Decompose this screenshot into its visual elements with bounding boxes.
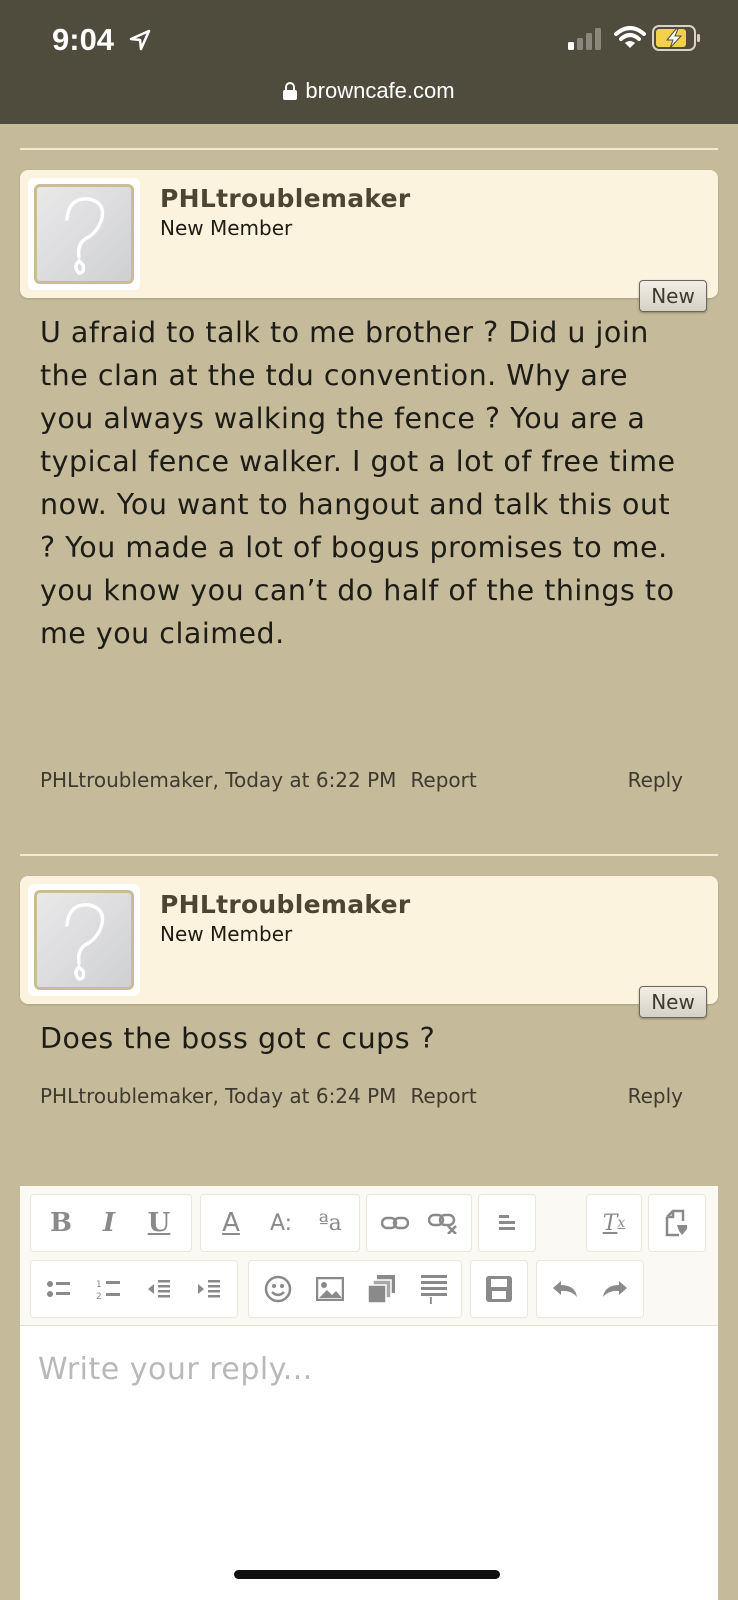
url-text: browncafe.com [305, 78, 455, 103]
italic-icon[interactable]: I [87, 1195, 131, 1251]
toolbar-group-lists: 12 [30, 1260, 238, 1318]
indent-icon[interactable] [185, 1261, 233, 1317]
cellular-signal-icon [568, 28, 601, 50]
toolbar-group-draft [470, 1260, 528, 1318]
bold-icon[interactable]: B [39, 1195, 83, 1251]
font-family-icon[interactable]: ªa [305, 1195, 355, 1251]
browser-status-bar: 9:04 browncafe.com [0, 0, 738, 124]
toolbar-group-format: Tx [586, 1194, 642, 1252]
clock-time: 9:04 [52, 22, 115, 57]
toggle-bbcode-icon[interactable] [653, 1195, 701, 1251]
underline-icon[interactable]: U [137, 1195, 181, 1251]
font-color-icon[interactable]: A [207, 1195, 255, 1251]
toolbar-group-font: A A: ªa [200, 1194, 360, 1252]
battery-charging-icon [652, 25, 700, 51]
member-title: New Member [160, 216, 293, 240]
insert-icon[interactable]: I [409, 1261, 459, 1317]
outdent-icon[interactable] [135, 1261, 183, 1317]
reply-link[interactable]: Reply [628, 768, 683, 792]
toolbar-group-bbcode [648, 1194, 706, 1252]
toolbar-group-insert: I [248, 1260, 462, 1318]
editor-toolbar: B I U A A: ªa Tx 1 2 I [20, 1186, 718, 1326]
report-link[interactable]: Report [410, 1084, 476, 1108]
bullet-list-icon[interactable] [35, 1261, 83, 1317]
post-header: PHLtroublemaker New Member [20, 876, 718, 1004]
numbered-list-icon[interactable]: 12 [85, 1261, 133, 1317]
save-draft-icon[interactable] [475, 1261, 523, 1317]
post-username[interactable]: PHLtroublemaker [160, 890, 411, 919]
default-avatar-icon [34, 890, 134, 990]
redo-icon[interactable] [591, 1261, 639, 1317]
toolbar-group-history [536, 1260, 644, 1318]
post-message: Does the boss got c cups ? [40, 1022, 436, 1055]
post-meta: PHLtroublemaker, Today at 6:22 PM Report [40, 768, 477, 792]
avatar[interactable] [28, 884, 140, 996]
undo-icon[interactable] [541, 1261, 589, 1317]
unlink-icon[interactable] [419, 1195, 467, 1251]
reply-placeholder: Write your reply... [38, 1352, 313, 1387]
post-message: U afraid to talk to me brother ? Did u j… [40, 316, 676, 650]
post-username[interactable]: PHLtroublemaker [160, 184, 411, 213]
wifi-icon [614, 26, 646, 48]
avatar[interactable] [28, 178, 140, 290]
post-header: PHLtroublemaker New Member [20, 170, 718, 298]
member-title: New Member [160, 922, 293, 946]
align-icon[interactable] [483, 1195, 531, 1251]
report-link[interactable]: Report [410, 768, 476, 792]
post-author-date[interactable]: PHLtroublemaker, Today at 6:22 PM [40, 768, 396, 792]
image-icon[interactable] [305, 1261, 355, 1317]
svg-text:I: I [429, 1296, 433, 1304]
media-icon[interactable] [357, 1261, 407, 1317]
toolbar-group-text-style: B I U [30, 1194, 192, 1252]
svg-text:1: 1 [96, 1280, 102, 1290]
svg-text:2: 2 [96, 1292, 102, 1300]
smilies-icon[interactable] [253, 1261, 303, 1317]
reply-link[interactable]: Reply [628, 1084, 683, 1108]
link-icon[interactable] [371, 1195, 419, 1251]
post-divider [20, 148, 718, 150]
home-indicator[interactable] [234, 1570, 500, 1579]
post-meta: PHLtroublemaker, Today at 6:24 PM Report [40, 1084, 477, 1108]
post-divider [20, 854, 718, 856]
address-bar[interactable]: browncafe.com [0, 78, 738, 104]
new-badge[interactable]: New [639, 280, 707, 312]
toolbar-group-align [478, 1194, 536, 1252]
reply-textarea[interactable]: Write your reply... [20, 1326, 718, 1600]
toolbar-group-link [366, 1194, 472, 1252]
post-author-date[interactable]: PHLtroublemaker, Today at 6:24 PM [40, 1084, 396, 1108]
reply-editor: B I U A A: ªa Tx 1 2 I Write your reply.… [20, 1186, 718, 1600]
remove-format-icon[interactable]: Tx [590, 1195, 638, 1251]
font-size-icon[interactable]: A: [257, 1195, 305, 1251]
location-arrow-icon [129, 29, 151, 51]
lock-icon [283, 82, 298, 100]
default-avatar-icon [34, 184, 134, 284]
new-badge[interactable]: New [639, 986, 707, 1018]
